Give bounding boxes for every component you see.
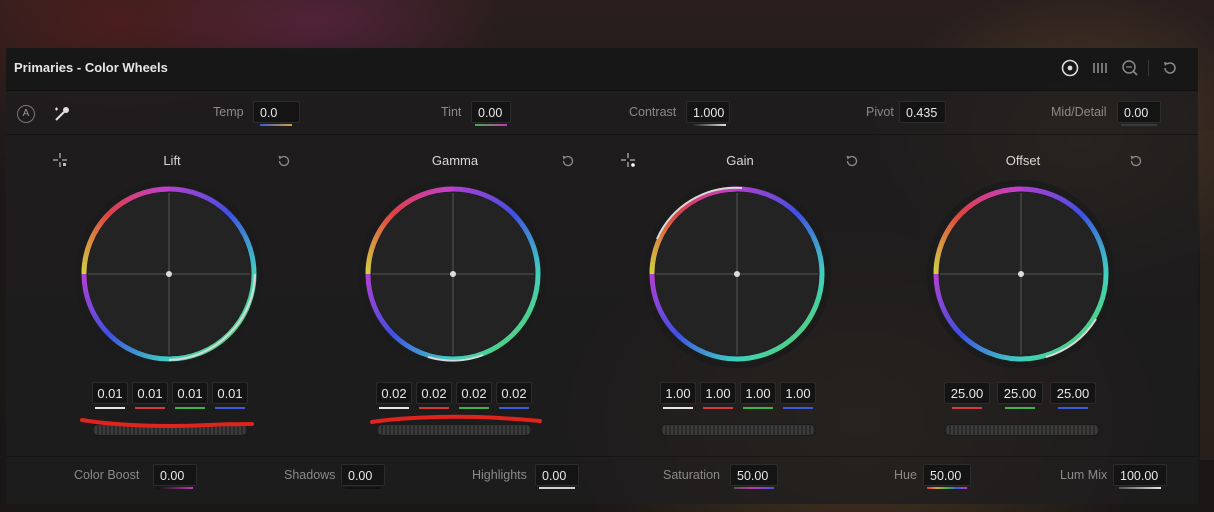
highlights-field[interactable]: 0.00 (535, 464, 579, 486)
offset-green-underline (1005, 407, 1035, 409)
lift-title: Lift (163, 153, 181, 168)
color-boost-underline (157, 487, 193, 489)
offset-wheel[interactable] (926, 179, 1116, 369)
annotation-underline-gamma (370, 414, 542, 424)
saturation-label: Saturation (663, 468, 720, 482)
contrast-label: Contrast (629, 105, 677, 119)
hue-underline (927, 487, 967, 489)
gain-blue-underline (783, 407, 813, 409)
gamma-master-field[interactable]: 0.02 (376, 382, 412, 404)
log-mode-icon[interactable] (1120, 58, 1140, 78)
lift-reset-icon[interactable] (276, 153, 292, 169)
temp-label: Temp (213, 105, 244, 119)
mid-detail-label: Mid/Detail (1051, 105, 1107, 119)
gamma-wheel[interactable] (358, 179, 548, 369)
highlights-label: Highlights (472, 468, 527, 482)
offset-master-wheel[interactable] (944, 424, 1100, 436)
hue-field[interactable]: 50.00 (923, 464, 971, 486)
lift-red-underline (135, 407, 165, 409)
tint-underline (475, 124, 507, 126)
offset-blue-field[interactable]: 25.00 (1050, 382, 1096, 404)
eyedropper-icon[interactable] (52, 104, 72, 124)
shadows-field[interactable]: 0.00 (341, 464, 385, 486)
offset-red-underline (952, 407, 982, 409)
gamma-reset-icon[interactable] (560, 153, 576, 169)
gain-title: Gain (726, 153, 754, 168)
tint-field[interactable]: 0.00 (471, 101, 511, 123)
offset-green-field[interactable]: 25.00 (997, 382, 1043, 404)
lift-green-underline (175, 407, 205, 409)
shadows-underline (345, 487, 381, 489)
lift-master-field[interactable]: 0.01 (92, 382, 128, 404)
lift-wheel[interactable] (74, 179, 264, 369)
auto-balance-button[interactable]: A (17, 105, 35, 123)
gamma-blue-field[interactable]: 0.02 (496, 382, 532, 404)
bars-mode-icon[interactable] (1090, 58, 1110, 78)
lum-mix-field[interactable]: 100.00 (1113, 464, 1167, 486)
lift-master-underline (95, 407, 125, 409)
gain-red-field[interactable]: 1.00 (700, 382, 736, 404)
color-boost-label: Color Boost (74, 468, 140, 482)
gain-blue-field[interactable]: 1.00 (780, 382, 816, 404)
saturation-field[interactable]: 50.00 (730, 464, 778, 486)
color-wheels-panel: Primaries - Color Wheels A Temp 0.0 Tint… (6, 48, 1198, 504)
gain-master-underline (663, 407, 693, 409)
color-boost-field[interactable]: 0.00 (153, 464, 197, 486)
contrast-field[interactable]: 1.000 (686, 101, 730, 123)
gamma-green-field[interactable]: 0.02 (456, 382, 492, 404)
offset-red-field[interactable]: 25.00 (944, 382, 990, 404)
offset-reset-icon[interactable] (1128, 153, 1144, 169)
tint-label: Tint (441, 105, 462, 119)
pivot-field[interactable]: 0.435 (899, 101, 946, 123)
gamma-red-field[interactable]: 0.02 (416, 382, 452, 404)
lift-red-field[interactable]: 0.01 (132, 382, 168, 404)
hue-label: Hue (894, 468, 917, 482)
lift-picker-icon[interactable] (52, 152, 68, 168)
lift-blue-field[interactable]: 0.01 (212, 382, 248, 404)
mid-detail-underline (1121, 124, 1157, 126)
gamma-title: Gamma (431, 153, 479, 168)
gain-wheel[interactable] (642, 179, 832, 369)
temp-field[interactable]: 0.0 (253, 101, 300, 123)
reset-all-icon[interactable] (1160, 58, 1180, 78)
gain-master-wheel[interactable] (660, 424, 816, 436)
lift-green-field[interactable]: 0.01 (172, 382, 208, 404)
highlights-underline (539, 487, 575, 489)
contrast-underline (690, 124, 726, 126)
offset-blue-underline (1058, 407, 1088, 409)
gain-green-underline (743, 407, 773, 409)
adjustment-row (6, 90, 1198, 135)
panel-title: Primaries - Color Wheels (14, 60, 168, 75)
background-edge (1200, 130, 1214, 460)
pivot-label: Pivot (866, 105, 894, 119)
lum-mix-label: Lum Mix (1060, 468, 1108, 482)
mid-detail-field[interactable]: 0.00 (1117, 101, 1161, 123)
gain-master-field[interactable]: 1.00 (660, 382, 696, 404)
gain-green-field[interactable]: 1.00 (740, 382, 776, 404)
lum-mix-underline (1119, 487, 1161, 489)
saturation-underline (734, 487, 774, 489)
wheels-mode-icon[interactable] (1060, 58, 1080, 78)
shadows-label: Shadows (284, 468, 336, 482)
gain-red-underline (703, 407, 733, 409)
temp-underline (260, 124, 292, 126)
gain-reset-icon[interactable] (844, 153, 860, 169)
panel-header: Primaries - Color Wheels (6, 48, 1198, 91)
gain-picker-icon[interactable] (620, 152, 636, 168)
offset-title: Offset (1005, 153, 1041, 168)
header-divider (1148, 60, 1149, 76)
lift-blue-underline (215, 407, 245, 409)
annotation-underline-lift (80, 418, 254, 428)
